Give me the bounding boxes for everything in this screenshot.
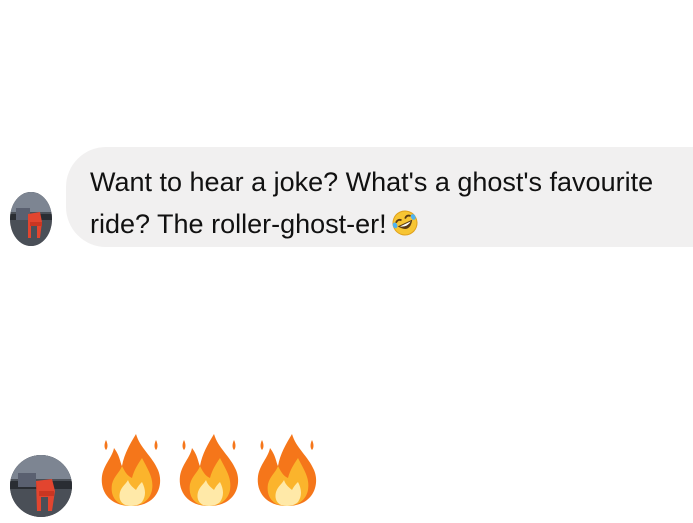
- message-bubble[interactable]: Want to hear a joke? What's a ghost's fa…: [66, 147, 693, 247]
- message-text-line-2: ride? The roller-ghost-er!: [90, 203, 693, 245]
- chat-thread: Want to hear a joke? What's a ghost's fa…: [0, 0, 693, 523]
- rolling-laughing-emoji-icon: [391, 207, 419, 236]
- fire-emoji-icon: [94, 430, 168, 508]
- avatar-photo-icon: [10, 192, 52, 246]
- sender-avatar[interactable]: [10, 192, 52, 246]
- sender-avatar-2[interactable]: [10, 455, 72, 517]
- fire-emoji-icon: [250, 430, 324, 508]
- fire-emoji-icon: [172, 430, 246, 508]
- avatar-photo-icon: [10, 455, 72, 517]
- emoji-message[interactable]: [94, 430, 324, 510]
- message-text-line-1: Want to hear a joke? What's a ghost's fa…: [90, 167, 654, 197]
